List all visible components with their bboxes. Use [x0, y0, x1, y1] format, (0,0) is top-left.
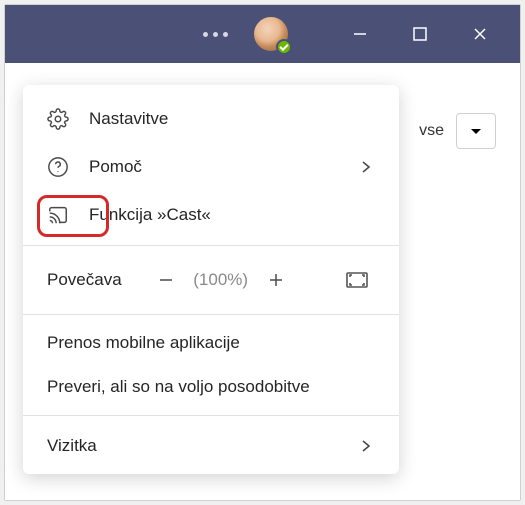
close-button[interactable]: [450, 5, 510, 63]
help-icon: [47, 156, 69, 178]
menu-item-label: Funkcija »Cast«: [89, 205, 375, 225]
maximize-button[interactable]: [390, 5, 450, 63]
menu-divider: [23, 415, 399, 416]
menu-item-label: Nastavitve: [89, 109, 375, 129]
menu-divider: [23, 314, 399, 315]
presence-available-icon: [276, 39, 292, 55]
settings-menu: Nastavitve Pomoč: [23, 85, 399, 474]
zoom-in-button[interactable]: [256, 262, 296, 298]
more-options-button[interactable]: [203, 32, 228, 37]
menu-item-download-mobile[interactable]: Prenos mobilne aplikacije: [23, 321, 399, 365]
zoom-control: Povečava (100%): [23, 252, 399, 308]
filter-control: vse: [419, 113, 496, 149]
menu-item-check-updates[interactable]: Preveri, ali so na voljo posodobitve: [23, 365, 399, 409]
cast-icon: [47, 204, 69, 226]
fullscreen-button[interactable]: [339, 262, 375, 298]
menu-item-label: Preveri, ali so na voljo posodobitve: [47, 377, 310, 396]
gear-icon: [47, 108, 69, 130]
filter-dropdown-button[interactable]: [456, 113, 496, 149]
menu-item-help[interactable]: Pomoč: [23, 143, 399, 191]
menu-item-about[interactable]: Vizitka: [23, 422, 399, 470]
chevron-right-icon: [357, 437, 375, 455]
menu-item-settings[interactable]: Nastavitve: [23, 95, 399, 143]
titlebar: [5, 5, 520, 63]
chevron-right-icon: [357, 158, 375, 176]
menu-item-cast[interactable]: Funkcija »Cast«: [23, 191, 399, 239]
zoom-out-button[interactable]: [146, 262, 186, 298]
menu-item-label: Pomoč: [89, 157, 357, 177]
app-window: vse Nastavitve Pomoč: [4, 4, 521, 501]
menu-item-label: Vizitka: [47, 436, 357, 456]
profile-avatar[interactable]: [252, 15, 290, 53]
zoom-label: Povečava: [47, 270, 122, 290]
filter-label: vse: [419, 122, 444, 140]
zoom-value: (100%): [186, 270, 256, 290]
menu-item-label: Prenos mobilne aplikacije: [47, 333, 240, 352]
minimize-button[interactable]: [330, 5, 390, 63]
menu-divider: [23, 245, 399, 246]
